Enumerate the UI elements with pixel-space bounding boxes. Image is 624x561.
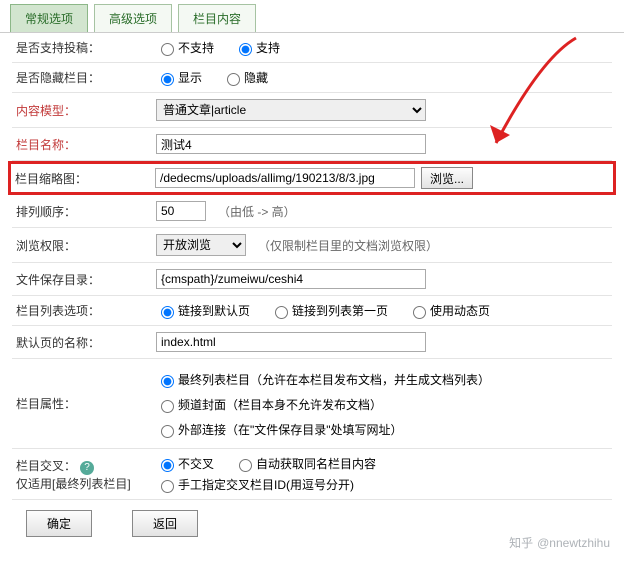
label-hide: 是否隐藏栏目： xyxy=(16,69,156,86)
label-defpage: 默认页的名称： xyxy=(16,334,156,351)
label-thumb: 栏目缩略图： xyxy=(15,170,155,187)
input-defpage[interactable] xyxy=(156,332,426,352)
label-model: 内容模型： xyxy=(16,102,156,119)
radio-cross-auto[interactable]: 自动获取同名栏目内容 xyxy=(234,455,376,472)
tab-content[interactable]: 栏目内容 xyxy=(178,4,256,32)
zhihu-icon: 知乎 xyxy=(509,534,533,551)
sort-hint: （由低 -> 高） xyxy=(218,203,296,220)
input-savepath[interactable] xyxy=(156,269,426,289)
back-button[interactable]: 返回 xyxy=(132,510,198,537)
radio-post-yes[interactable]: 支持 xyxy=(234,39,280,56)
ok-button[interactable]: 确定 xyxy=(26,510,92,537)
label-attr: 栏目属性： xyxy=(16,395,156,412)
perm-hint: （仅限制栏目里的文档浏览权限） xyxy=(258,237,438,254)
label-name: 栏目名称： xyxy=(16,136,156,153)
label-perm: 浏览权限： xyxy=(16,237,156,254)
help-icon[interactable] xyxy=(76,459,94,473)
radio-list-firstpage[interactable]: 链接到列表第一页 xyxy=(270,302,388,319)
radio-list-dynamic[interactable]: 使用动态页 xyxy=(408,302,490,319)
select-perm[interactable]: 开放浏览 xyxy=(156,234,246,256)
watermark: 知乎 @nnewtzhihu xyxy=(509,534,610,551)
select-model[interactable]: 普通文章|article xyxy=(156,99,426,121)
input-name[interactable] xyxy=(156,134,426,154)
label-listopt: 栏目列表选项： xyxy=(16,302,156,319)
input-sort[interactable] xyxy=(156,201,206,221)
radio-attr-external[interactable]: 外部连接（在"文件保存目录"处填写网址） xyxy=(156,421,403,438)
radio-cross-manual[interactable]: 手工指定交叉栏目ID(用逗号分开) xyxy=(156,476,354,493)
label-sort: 排列顺序： xyxy=(16,203,156,220)
browse-button[interactable]: 浏览... xyxy=(421,167,473,189)
tab-advanced[interactable]: 高级选项 xyxy=(94,4,172,32)
label-savepath: 文件保存目录： xyxy=(16,271,156,288)
input-thumb-path[interactable] xyxy=(155,168,415,188)
tab-general[interactable]: 常规选项 xyxy=(10,4,88,32)
radio-list-default[interactable]: 链接到默认页 xyxy=(156,302,250,319)
radio-hide[interactable]: 隐藏 xyxy=(222,69,268,86)
label-cross: 栏目交叉： 仅适用[最终列表栏目] xyxy=(16,457,156,492)
radio-show[interactable]: 显示 xyxy=(156,69,202,86)
radio-attr-final[interactable]: 最终列表栏目（允许在本栏目发布文档，并生成文档列表） xyxy=(156,371,490,388)
radio-cross-none[interactable]: 不交叉 xyxy=(156,455,214,472)
label-support-post: 是否支持投稿： xyxy=(16,39,156,56)
radio-post-no[interactable]: 不支持 xyxy=(156,39,214,56)
radio-attr-cover[interactable]: 频道封面（栏目本身不允许发布文档） xyxy=(156,396,382,413)
